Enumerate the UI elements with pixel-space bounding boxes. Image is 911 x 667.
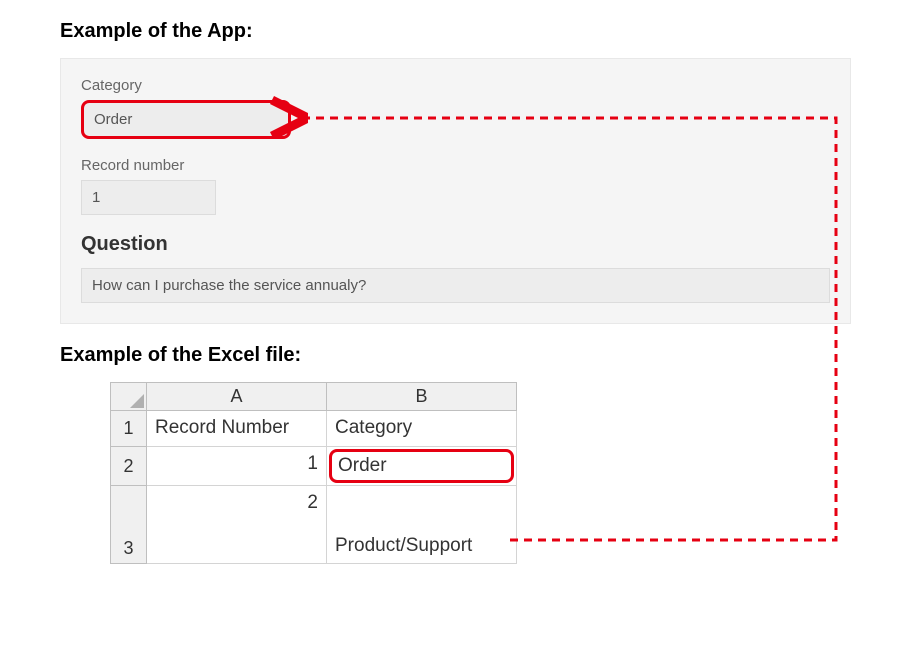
excel-row-header-3[interactable]: 3 <box>111 486 147 564</box>
excel-row-header-1[interactable]: 1 <box>111 411 147 447</box>
input-question[interactable]: How can I purchase the service annualy? <box>81 268 830 303</box>
excel-col-header-b[interactable]: B <box>327 383 517 411</box>
heading-excel-example: Example of the Excel file: <box>60 344 851 367</box>
heading-app-example: Example of the App: <box>60 20 851 43</box>
excel-row-header-2[interactable]: 2 <box>111 447 147 486</box>
excel-table: A B 1 Record Number Category 2 1 Order 3… <box>110 382 517 564</box>
label-category: Category <box>81 77 830 94</box>
highlight-order-cell: Order <box>329 449 514 483</box>
excel-row-2: 2 1 Order <box>111 447 517 486</box>
label-record-number: Record number <box>81 157 830 174</box>
field-question: Question How can I purchase the service … <box>81 233 830 303</box>
excel-header-row: A B <box>111 383 517 411</box>
triangle-icon <box>130 394 144 408</box>
field-category: Category Order <box>81 77 830 139</box>
app-panel: Category Order Record number 1 Question … <box>60 58 851 324</box>
excel-cell-b1[interactable]: Category <box>327 411 517 447</box>
excel-select-all-corner[interactable] <box>111 383 147 411</box>
excel-col-header-a[interactable]: A <box>147 383 327 411</box>
excel-cell-a2[interactable]: 1 <box>147 447 327 486</box>
excel-cell-a3[interactable]: 2 <box>147 486 327 564</box>
excel-row-3: 3 2 Product/Support <box>111 486 517 564</box>
excel-cell-b2[interactable]: Order <box>327 447 517 486</box>
excel-cell-b3[interactable]: Product/Support <box>327 486 517 564</box>
excel-row-1: 1 Record Number Category <box>111 411 517 447</box>
input-category[interactable]: Order <box>81 100 291 139</box>
heading-question: Question <box>81 233 830 256</box>
excel-grid: A B 1 Record Number Category 2 1 Order 3… <box>110 382 851 564</box>
excel-cell-a1[interactable]: Record Number <box>147 411 327 447</box>
input-record-number[interactable]: 1 <box>81 180 216 215</box>
field-record-number: Record number 1 <box>81 157 830 215</box>
